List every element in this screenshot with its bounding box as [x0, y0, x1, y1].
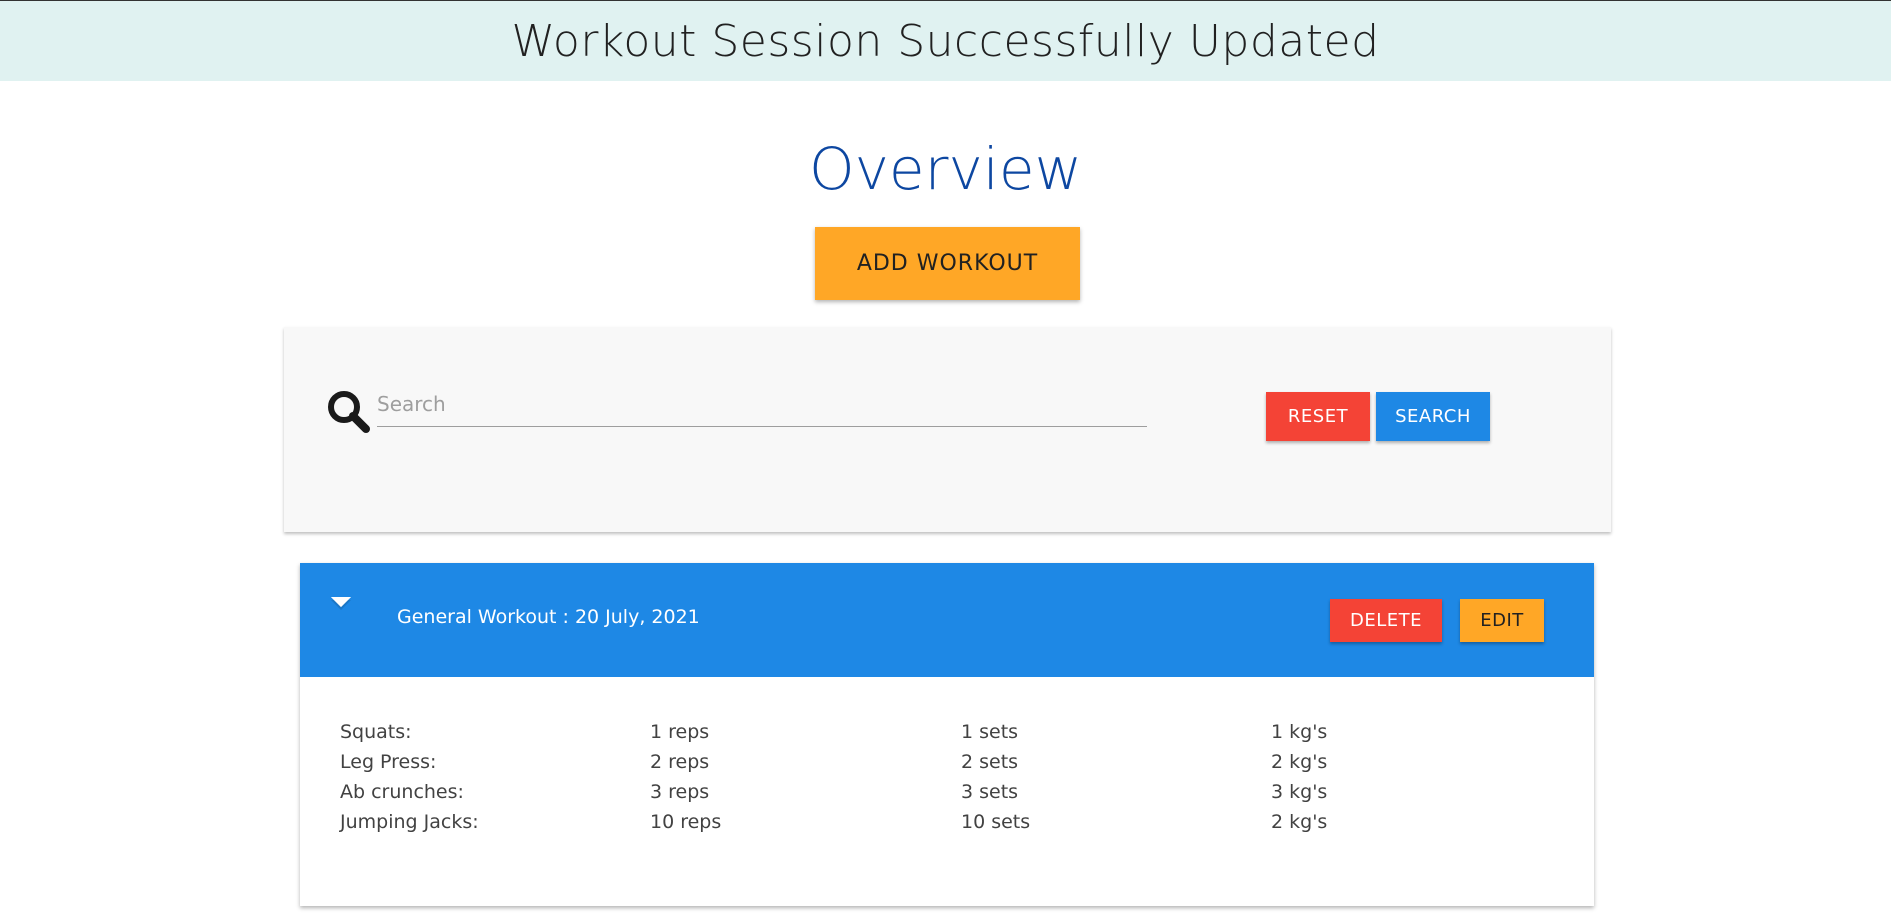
exercise-weight: 1 kg's: [1271, 721, 1328, 743]
exercise-sets: 10 sets: [961, 811, 1031, 833]
flash-message: Workout Session Successfully Updated: [511, 15, 1380, 67]
exercise-weight: 2 kg's: [1271, 751, 1328, 773]
exercise-reps: 2 reps: [650, 751, 710, 773]
search-button[interactable]: SEARCH: [1376, 392, 1490, 441]
exercise-row: Ab crunches: 3 reps 3 sets 3 kg's: [340, 777, 1471, 807]
exercise-sets: 3 sets: [961, 781, 1019, 803]
exercise-row: Leg Press: 2 reps 2 sets 2 kg's: [340, 747, 1471, 777]
workout-card: General Workout : 20 July, 2021 DELETE E…: [300, 563, 1594, 906]
exercise-sets: 1 sets: [961, 721, 1019, 743]
exercise-weight: 3 kg's: [1271, 781, 1328, 803]
delete-button[interactable]: DELETE: [1330, 599, 1442, 642]
exercise-sets: 2 sets: [961, 751, 1019, 773]
exercise-weight: 2 kg's: [1271, 811, 1328, 833]
exercise-row: Jumping Jacks: 10 reps 10 sets 2 kg's: [340, 807, 1471, 837]
edit-button[interactable]: EDIT: [1460, 599, 1544, 642]
search-input[interactable]: [377, 382, 1147, 427]
exercise-name: Leg Press:: [340, 751, 437, 773]
caret-down-icon[interactable]: [330, 596, 352, 612]
exercise-reps: 1 reps: [650, 721, 710, 743]
search-icon: [328, 391, 370, 433]
exercise-name: Ab crunches:: [340, 781, 464, 803]
exercise-name: Squats:: [340, 721, 412, 743]
page-title: Overview: [808, 135, 1083, 203]
workout-title: General Workout : 20 July, 2021: [397, 606, 700, 628]
add-workout-button[interactable]: ADD WORKOUT: [815, 227, 1080, 300]
search-card: RESET SEARCH: [284, 327, 1611, 532]
flash-banner: Workout Session Successfully Updated: [0, 0, 1891, 81]
exercise-reps: 10 reps: [650, 811, 722, 833]
exercise-row: Squats: 1 reps 1 sets 1 kg's: [340, 717, 1471, 747]
exercise-reps: 3 reps: [650, 781, 710, 803]
workout-header[interactable]: General Workout : 20 July, 2021 DELETE E…: [300, 563, 1594, 677]
exercise-name: Jumping Jacks:: [340, 811, 479, 833]
reset-button[interactable]: RESET: [1266, 392, 1370, 441]
exercise-table: Squats: 1 reps 1 sets 1 kg's Leg Press: …: [340, 717, 1471, 837]
